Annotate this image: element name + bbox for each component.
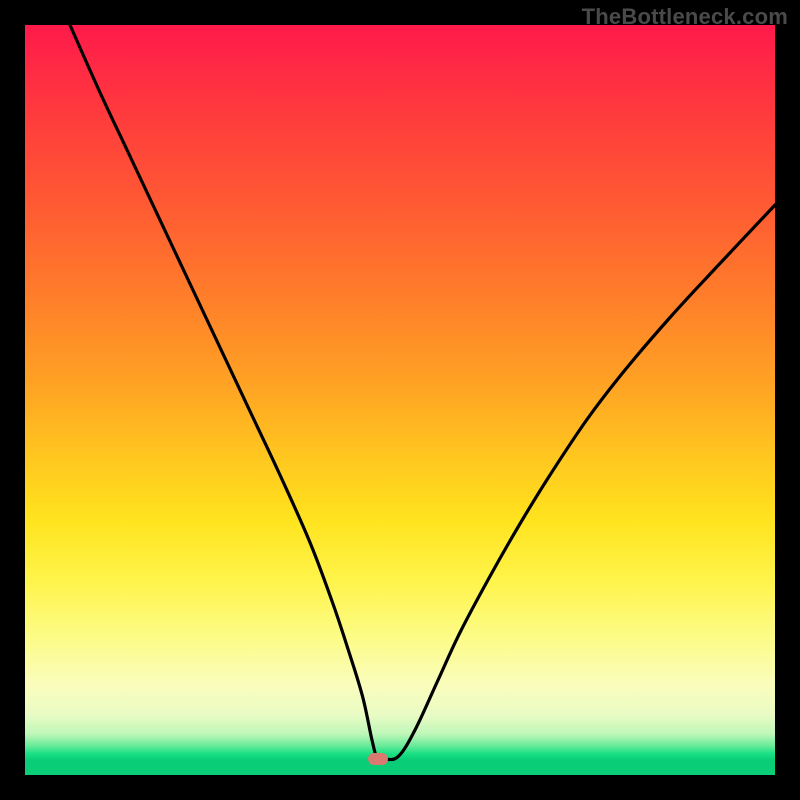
chart-frame: TheBottleneck.com [0, 0, 800, 800]
watermark-text: TheBottleneck.com [582, 4, 788, 30]
bottleneck-curve [70, 25, 775, 760]
curve-svg [25, 25, 775, 775]
plot-area [25, 25, 775, 775]
optimal-point-marker [368, 753, 388, 765]
